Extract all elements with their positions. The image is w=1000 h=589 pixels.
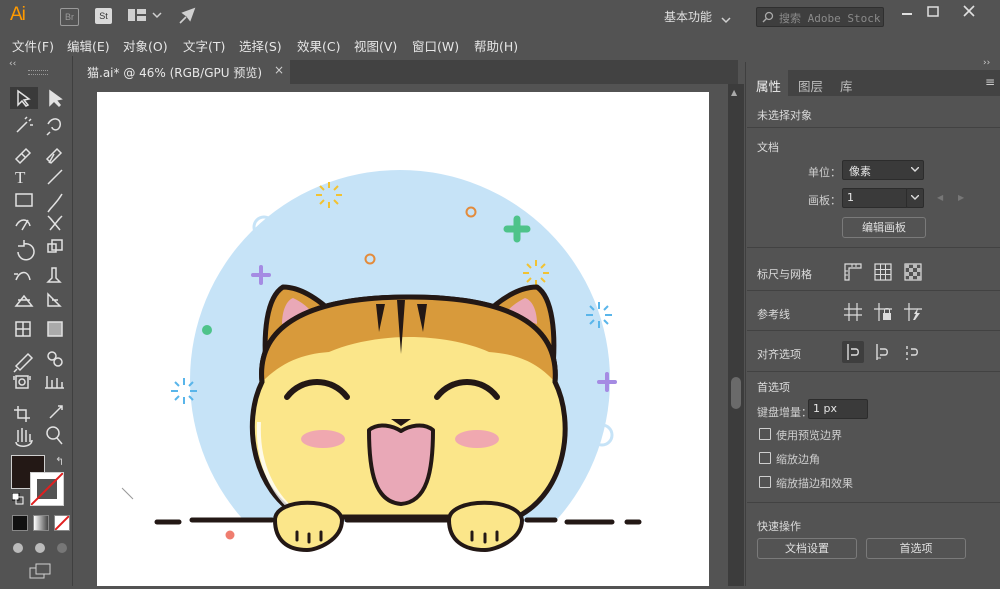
show-guides-icon[interactable] [843, 302, 863, 322]
transparency-grid-icon[interactable] [903, 262, 923, 282]
tab-libraries[interactable]: 库 [840, 76, 853, 95]
bridge-icon[interactable]: Br [60, 8, 79, 26]
swap-fill-stroke-icon[interactable]: ↰ [55, 455, 64, 468]
chevron-down-icon[interactable] [721, 13, 731, 27]
menu-select[interactable]: 选择(S) [239, 36, 282, 55]
divider [747, 502, 1000, 503]
chevron-down-icon [911, 195, 919, 200]
snap-to-point-button[interactable] [842, 341, 864, 363]
previous-artboard-icon[interactable]: ◀ [937, 193, 943, 202]
svg-text:T: T [15, 168, 26, 187]
screen-mode-icon[interactable] [28, 562, 54, 582]
snap-to-grid-icon[interactable] [903, 342, 923, 362]
none-mode-button[interactable] [54, 515, 70, 531]
grid-icon[interactable] [873, 262, 893, 282]
snap-to-pixel-icon[interactable] [873, 342, 893, 362]
lock-guides-icon[interactable] [873, 302, 893, 322]
stock-icon[interactable]: St [95, 8, 112, 24]
divider [747, 247, 1000, 248]
checkbox-preview-bounds-label: 使用预览边界 [776, 429, 842, 442]
search-icon [762, 11, 774, 23]
checkbox-preview-bounds[interactable] [759, 428, 771, 440]
close-tab-icon[interactable]: × [274, 63, 284, 77]
scroll-up-icon[interactable]: ▲ [731, 88, 737, 97]
checkbox-scale-strokes-label: 缩放描边和效果 [776, 477, 853, 490]
collapse-panel-icon[interactable]: ‹‹ [9, 59, 16, 69]
keyboard-increment-label: 键盘增量： [757, 406, 812, 419]
unit-select[interactable]: 像素 [842, 160, 924, 180]
properties-panel [745, 62, 1000, 586]
preferences-title: 首选项 [757, 381, 790, 394]
checkbox-scale-corners-label: 缩放边角 [776, 453, 820, 466]
document-setup-button[interactable]: 文档设置 [757, 538, 857, 559]
document-section-title: 文档 [757, 141, 779, 154]
color-mode-button[interactable] [12, 515, 28, 531]
unit-label: 单位： [808, 166, 841, 179]
keyboard-increment-field[interactable]: 1 px [808, 399, 868, 419]
app-logo: Ai [10, 4, 26, 25]
checkbox-scale-corners[interactable] [759, 452, 771, 464]
arrange-documents-icon[interactable] [128, 9, 162, 26]
vertical-scrollbar[interactable] [728, 84, 744, 586]
menu-file[interactable]: 文件(F) [12, 36, 54, 55]
edit-artboards-button[interactable]: 编辑画板 [842, 217, 926, 238]
menu-type[interactable]: 文字(T) [183, 36, 225, 55]
ruler-icon[interactable] [843, 262, 863, 282]
menu-window[interactable]: 窗口(W) [412, 36, 459, 55]
artboard-value: 1 [847, 191, 854, 204]
tool-icons: T [10, 87, 64, 447]
unit-value: 像素 [849, 165, 871, 178]
keyboard-increment-value: 1 px [813, 402, 837, 415]
gradient-mode-button[interactable] [33, 515, 49, 531]
draw-mode-icons[interactable] [10, 540, 70, 556]
artboard-dropdown[interactable] [906, 188, 924, 208]
document-tab-title: 猫.ai* @ 46% (RGB/GPU 预览) [87, 66, 263, 80]
workspace-switcher[interactable]: 基本功能 [664, 8, 712, 25]
default-colors-icon[interactable] [11, 492, 24, 508]
divider [747, 127, 1000, 128]
menu-object[interactable]: 对象(O) [123, 36, 168, 55]
artboard-label: 画板： [808, 194, 841, 207]
menu-effect[interactable]: 效果(C) [297, 36, 340, 55]
no-selection-label: 未选择对象 [757, 109, 812, 122]
artboard[interactable] [97, 92, 709, 589]
tab-layers[interactable]: 图层 [798, 76, 823, 95]
toolbar-grip[interactable] [28, 70, 48, 75]
canvas-cursor [121, 487, 135, 501]
smart-guides-icon[interactable] [903, 302, 923, 322]
cat-illustration [97, 170, 709, 589]
panel-menu-icon[interactable]: ≡ [985, 75, 995, 89]
minimize-button[interactable] [898, 4, 916, 20]
gpu-performance-icon[interactable] [178, 7, 196, 28]
checkbox-scale-strokes[interactable] [759, 476, 771, 488]
maximize-button[interactable] [924, 4, 942, 20]
stock-search-input[interactable]: 搜索 Adobe Stock [756, 7, 884, 27]
expand-panel-icon[interactable]: ›› [983, 58, 990, 68]
search-placeholder: 搜索 Adobe Stock [779, 12, 881, 25]
menu-view[interactable]: 视图(V) [354, 36, 397, 55]
quick-actions-title: 快速操作 [757, 520, 801, 533]
snap-options-title: 对齐选项 [757, 348, 801, 361]
divider [747, 371, 1000, 372]
divider [747, 330, 1000, 331]
scrollbar-thumb[interactable] [731, 377, 741, 409]
menu-help[interactable]: 帮助(H) [474, 36, 518, 55]
preferences-button[interactable]: 首选项 [866, 538, 966, 559]
chevron-down-icon [911, 167, 919, 172]
artboard-number-field[interactable]: 1 [842, 188, 908, 208]
divider [747, 290, 1000, 291]
next-artboard-icon[interactable]: ▶ [958, 193, 964, 202]
menu-edit[interactable]: 编辑(E) [67, 36, 110, 55]
tab-properties[interactable]: 属性 [756, 76, 781, 95]
guides-title: 参考线 [757, 308, 790, 321]
document-tab[interactable]: 猫.ai* @ 46% (RGB/GPU 预览) × [78, 60, 290, 84]
stroke-swatch[interactable] [30, 472, 64, 506]
close-window-button[interactable] [960, 4, 978, 20]
rulers-grids-title: 标尺与网格 [757, 268, 812, 281]
